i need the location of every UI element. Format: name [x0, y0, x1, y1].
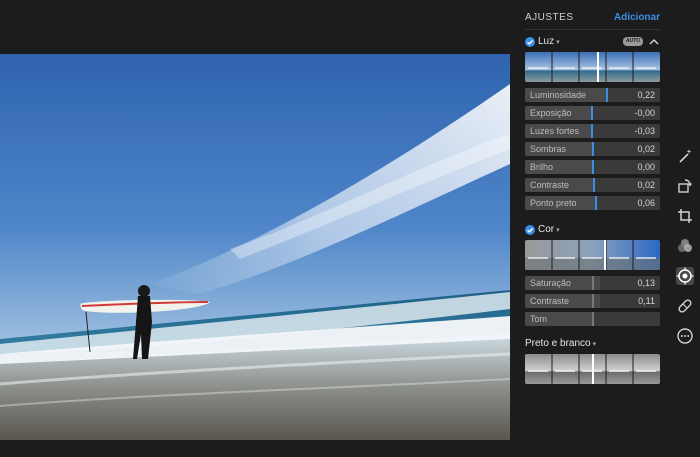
- slider-label: Luminosidade: [530, 90, 587, 100]
- section-cor-toggle[interactable]: Cor ▾: [538, 224, 560, 235]
- chevron-down-icon: ▾: [556, 227, 560, 234]
- slider-ponto-preto[interactable]: Ponto preto 0,06: [525, 196, 660, 210]
- panel-header: AJUSTES Adicionar: [525, 12, 660, 26]
- slider-label: Contraste: [530, 296, 570, 306]
- tools-toolbar: [670, 0, 700, 457]
- section-cor-header: Cor ▾: [525, 224, 660, 238]
- slider-exposicao[interactable]: Exposição -0,00: [525, 106, 660, 120]
- magic-wand-icon[interactable]: [676, 147, 694, 165]
- slider-label: Saturação: [530, 278, 572, 288]
- add-button[interactable]: Adicionar: [614, 12, 660, 23]
- slider-label: Tom: [530, 314, 548, 324]
- slider-value: 0,13: [637, 278, 655, 288]
- pb-filmstrip-handle: [592, 354, 594, 384]
- slider-value: 0,02: [637, 144, 655, 154]
- slider-label: Brilho: [530, 162, 554, 172]
- slider-value: -0,00: [634, 108, 655, 118]
- section-luz-name: Luz: [538, 36, 555, 47]
- chevron-down-icon: ▾: [556, 39, 560, 46]
- checkmark-icon: [527, 39, 534, 46]
- cor-enable-checkbox[interactable]: [525, 225, 535, 235]
- cor-filmstrip-handle: [604, 240, 606, 270]
- crop-icon[interactable]: [676, 207, 694, 225]
- slider-label: Exposição: [530, 108, 572, 118]
- panel-divider: [525, 29, 660, 30]
- section-pb-toggle[interactable]: Preto e branco ▾: [525, 338, 596, 349]
- section-luz-toggle[interactable]: Luz ▾: [538, 36, 560, 47]
- pb-filmstrip[interactable]: [525, 354, 660, 384]
- section-cor-name: Cor: [538, 224, 555, 235]
- section-luz: Luz ▾ AUTO Luminosidade 0,22 Exposição -…: [525, 36, 660, 216]
- section-cor: Cor ▾ Saturação 0,13 Contraste 0,11 Tom: [525, 224, 660, 329]
- luz-filmstrip-handle: [597, 52, 599, 82]
- adjust-panel: AJUSTES Adicionar Luz ▾ AUTO Luminosidad…: [510, 0, 670, 457]
- adjust-tool-button[interactable]: [676, 267, 694, 285]
- slider-value: 0,00: [637, 162, 655, 172]
- slider-value: 0,06: [637, 198, 655, 208]
- slider-brilho[interactable]: Brilho 0,00: [525, 160, 660, 174]
- luz-thumbnails: [525, 52, 660, 82]
- luz-filmstrip[interactable]: [525, 52, 660, 82]
- photo-canvas: [0, 0, 510, 457]
- section-preto-e-branco: Preto e branco ▾: [525, 338, 660, 388]
- section-pb-name: Preto e branco: [525, 338, 591, 349]
- section-pb-header: Preto e branco ▾: [525, 338, 660, 352]
- slider-contraste-luz[interactable]: Contraste 0,02: [525, 178, 660, 192]
- slider-value: 0,22: [637, 90, 655, 100]
- slider-label: Sombras: [530, 144, 567, 154]
- slider-label: Ponto preto: [530, 198, 577, 208]
- beach-photo: [0, 54, 510, 440]
- chevron-down-icon: ▾: [592, 341, 597, 348]
- slider-tom[interactable]: Tom: [525, 312, 660, 326]
- cor-thumbnails: [525, 240, 660, 270]
- slider-value: 0,11: [638, 296, 655, 306]
- luz-enable-checkbox[interactable]: [525, 37, 535, 47]
- checkmark-icon: [527, 227, 534, 234]
- cor-filmstrip[interactable]: [525, 240, 660, 270]
- slider-luminosidade[interactable]: Luminosidade 0,22: [525, 88, 660, 102]
- chevron-up-icon[interactable]: [648, 36, 660, 48]
- slider-contraste-cor[interactable]: Contraste 0,11: [525, 294, 660, 308]
- slider-value: 0,02: [637, 180, 655, 190]
- slider-label: Luzes fortes: [530, 126, 580, 136]
- filters-icon[interactable]: [676, 237, 694, 255]
- slider-sombras[interactable]: Sombras 0,02: [525, 142, 660, 156]
- adjust-icon: [676, 267, 694, 285]
- more-icon[interactable]: [676, 327, 694, 345]
- slider-value: -0,03: [634, 126, 655, 136]
- section-luz-header: Luz ▾ AUTO: [525, 36, 660, 50]
- panel-title: AJUSTES: [525, 12, 574, 23]
- slider-label: Contraste: [530, 180, 570, 190]
- retouch-icon[interactable]: [676, 297, 694, 315]
- pb-thumbnails: [525, 354, 660, 384]
- rotate-icon[interactable]: [676, 177, 694, 195]
- slider-luzes-fortes[interactable]: Luzes fortes -0,03: [525, 124, 660, 138]
- slider-saturacao[interactable]: Saturação 0,13: [525, 276, 660, 290]
- auto-button[interactable]: AUTO: [623, 37, 644, 46]
